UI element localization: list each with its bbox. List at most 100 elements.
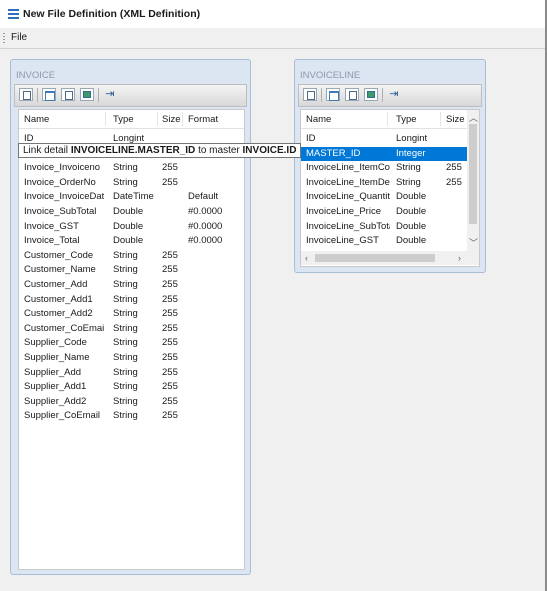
table-row[interactable]: Supplier_CoEmail String 255	[19, 409, 244, 424]
page-icon[interactable]	[19, 88, 33, 101]
page-icon[interactable]	[303, 88, 317, 101]
cell-type: Double	[113, 235, 144, 247]
table-row[interactable]: InvoiceLine_Quantity Double	[301, 190, 467, 205]
cell-type: Double	[396, 235, 427, 247]
cell-type: Double	[113, 220, 144, 232]
table-row[interactable]: Customer_CoEmail String 255	[19, 322, 244, 337]
cell-type: String	[396, 162, 421, 174]
table-row[interactable]: Invoice_Invoiceno String 255	[19, 161, 244, 176]
table-row[interactable]: Customer_Add String 255	[19, 278, 244, 293]
cell-name: Supplier_CoEmail	[24, 410, 101, 422]
cell-name: ID	[306, 133, 316, 144]
scroll-up-icon[interactable]: ︿	[469, 111, 478, 124]
tooltip-master-field: INVOICE.ID	[242, 145, 297, 156]
cell-name: InvoiceLine_ItemDesc	[306, 176, 390, 188]
cell-size: 255	[162, 264, 178, 276]
cell-size: 255	[162, 176, 178, 188]
cell-type: Double	[396, 220, 427, 232]
window-icon[interactable]	[326, 88, 340, 101]
scroll-left-icon[interactable]: ‹	[305, 253, 308, 263]
table-row[interactable]: InvoiceLine_ItemCode String 255	[301, 161, 467, 176]
tooltip-middle: to master	[198, 145, 240, 156]
link-icon[interactable]: ⇥	[387, 88, 401, 101]
table-row[interactable]: Supplier_Add1 String 255	[19, 380, 244, 395]
cell-format: Default	[188, 191, 219, 203]
tooltip-prefix: Link detail	[23, 145, 69, 156]
vertical-scrollbar[interactable]: ︿ ﹀	[467, 110, 479, 251]
column-header-format[interactable]: Format	[188, 114, 218, 125]
cell-size: 255	[162, 395, 178, 407]
cell-name: Invoice_OrderNo	[24, 176, 96, 188]
table-row[interactable]: Invoice_InvoiceDate DateTime Default	[19, 190, 244, 205]
grid-icon[interactable]	[364, 88, 378, 101]
cell-name: Customer_Name	[24, 264, 96, 276]
cell-format: #0.0000	[188, 220, 223, 232]
invoiceline-table-panel[interactable]: INVOICELINE ⇥ Name Type Size ID Longint MA…	[294, 59, 486, 273]
cell-type: String	[113, 249, 138, 261]
table-row[interactable]: InvoiceLine_SubTotal Double	[301, 220, 467, 235]
table-row[interactable]: InvoiceLine_Price Double	[301, 205, 467, 220]
cell-type: Double	[113, 206, 144, 217]
invoice-table-panel[interactable]: INVOICE ⇥ Name Type Size Format ID Longin…	[10, 59, 251, 575]
table-row[interactable]: Customer_Add2 String 255	[19, 307, 244, 322]
table-row[interactable]: Customer_Code String 255	[19, 249, 244, 264]
cell-type: String	[113, 352, 138, 363]
cell-name: InvoiceLine_SubTotal	[306, 220, 390, 232]
table-row[interactable]: ID Longint	[301, 132, 467, 147]
column-header-type[interactable]: Type	[113, 114, 134, 125]
cell-name: Supplier_Add2	[24, 395, 87, 407]
table-row[interactable]: InvoiceLine_ItemDesc String 255	[301, 176, 467, 191]
cell-name: Customer_Add1	[24, 293, 93, 305]
window-title: New File Definition (XML Definition)	[23, 8, 201, 20]
link-icon[interactable]: ⇥	[103, 88, 117, 101]
copy-icon[interactable]	[61, 88, 75, 101]
table-row[interactable]: InvoiceLine_GST Double	[301, 234, 467, 249]
cell-size: 255	[162, 279, 178, 290]
invoiceline-panel-title: INVOICELINE	[300, 70, 361, 81]
table-row[interactable]: Invoice_SubTotal Double #0.0000	[19, 205, 244, 220]
table-row[interactable]: Customer_Name String 255	[19, 263, 244, 278]
table-row[interactable]: MASTER_ID Integer	[301, 146, 467, 162]
cell-type: Double	[396, 191, 427, 203]
cell-type: String	[113, 264, 138, 276]
cell-name: InvoiceLine_Price	[306, 206, 381, 217]
cell-name: Supplier_Name	[24, 352, 90, 363]
invoiceline-fields-list[interactable]: Name Type Size ID Longint MASTER_ID Integer…	[300, 109, 480, 267]
table-row[interactable]: Supplier_Code String 255	[19, 336, 244, 351]
cell-type: String	[113, 410, 138, 422]
scroll-right-icon[interactable]: ›	[458, 253, 461, 263]
cell-name: Invoice_InvoiceDate	[24, 191, 104, 203]
toolbar-separator	[321, 88, 322, 102]
horizontal-scroll-thumb[interactable]	[315, 254, 435, 262]
cell-size: 255	[446, 162, 462, 174]
column-header-size[interactable]: Size	[162, 114, 180, 125]
table-row[interactable]: Supplier_Add2 String 255	[19, 395, 244, 410]
link-tooltip: Link detail INVOICELINE.MASTER_ID to mas…	[18, 143, 302, 158]
menu-grip	[3, 33, 5, 44]
menu-bar: File	[0, 28, 547, 49]
menu-file[interactable]: File	[11, 32, 27, 43]
cell-size: 255	[162, 162, 178, 174]
cell-size: 255	[162, 352, 178, 363]
cell-size: 255	[162, 410, 178, 422]
window-icon[interactable]	[42, 88, 56, 101]
cell-type: String	[113, 293, 138, 305]
vertical-scroll-thumb[interactable]	[469, 124, 477, 224]
toolbar-separator	[37, 88, 38, 102]
table-row[interactable]: Customer_Add1 String 255	[19, 293, 244, 308]
column-header-name[interactable]: Name	[24, 114, 49, 125]
grid-icon[interactable]	[80, 88, 94, 101]
table-row[interactable]: Invoice_Total Double #0.0000	[19, 234, 244, 249]
invoice-fields-list[interactable]: Name Type Size Format IDLongintMAInvoice…	[18, 109, 245, 570]
cell-type: DateTime	[113, 191, 154, 203]
table-row[interactable]: Supplier_Add String 255	[19, 366, 244, 381]
table-row[interactable]: Invoice_GST Double #0.0000	[19, 220, 244, 235]
table-row[interactable]: Supplier_Name String 255	[19, 351, 244, 366]
horizontal-scrollbar[interactable]: ‹ ›	[301, 251, 479, 265]
cell-size: 255	[162, 381, 178, 393]
copy-icon[interactable]	[345, 88, 359, 101]
scroll-down-icon[interactable]: ﹀	[469, 236, 478, 249]
cell-name: InvoiceLine_GST	[306, 235, 379, 247]
table-row[interactable]: Invoice_OrderNo String 255	[19, 176, 244, 191]
cell-type: String	[113, 308, 138, 320]
